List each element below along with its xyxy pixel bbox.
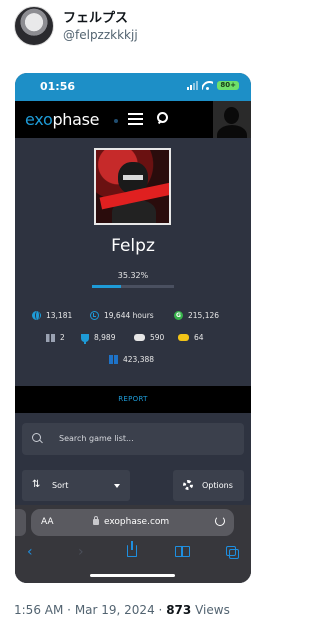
- exophase-logo[interactable]: exophase: [25, 110, 100, 129]
- forward-icon[interactable]: ›: [78, 545, 84, 559]
- stat-games-value: 13,181: [46, 311, 73, 320]
- author-avatar[interactable]: [14, 6, 54, 46]
- wifi-icon: [202, 81, 213, 90]
- meta-separator: ·: [67, 603, 71, 617]
- previous-tab-preview[interactable]: [15, 509, 26, 536]
- author-handle[interactable]: @felpzzkkkjj: [63, 27, 138, 43]
- profile-section: Felpz 35.32% 13,181 19,644 hours G 215,1…: [15, 138, 251, 386]
- bookmarks-icon[interactable]: [175, 546, 190, 557]
- tweet-date[interactable]: Mar 19, 2024: [75, 603, 155, 617]
- meta-separator: ·: [158, 603, 163, 617]
- safari-address-bar[interactable]: AA exophase.com: [31, 509, 234, 536]
- author-names: フェルプス @felpzzkkkjj: [63, 10, 138, 43]
- phone-status-bar: 01:56 80+: [15, 73, 251, 101]
- battery-icon: 80+: [217, 81, 239, 90]
- report-bar: REPORT: [15, 386, 251, 413]
- tabs-icon[interactable]: [226, 546, 239, 559]
- sort-label: Sort: [52, 481, 69, 490]
- gear-icon: [183, 480, 193, 490]
- share-icon[interactable]: [127, 541, 137, 557]
- tweet-time[interactable]: 1:56 AM: [14, 603, 63, 617]
- globe-icon: [32, 311, 41, 320]
- sort-dropdown[interactable]: ⇅ Sort: [22, 470, 130, 501]
- views-label: Views: [195, 603, 230, 617]
- game-list-search-input[interactable]: Search game list...: [22, 423, 244, 455]
- completion-progress-fill: [92, 285, 121, 288]
- tweet-header: フェルプス @felpzzkkkjj: [14, 6, 138, 46]
- author-display-name[interactable]: フェルプス: [63, 10, 138, 27]
- profile-picture: [94, 148, 171, 225]
- search-icon[interactable]: [156, 112, 168, 125]
- logo-suffix: phase: [52, 110, 100, 129]
- safari-toolbar: ‹ ›: [15, 541, 251, 565]
- safari-bottom-bar: AA exophase.com ‹ ›: [15, 505, 251, 583]
- site-navbar: exophase: [15, 101, 251, 138]
- caret-down-icon: [114, 484, 120, 488]
- stat-rank-value: 2: [60, 333, 65, 342]
- completion-percent: 35.32%: [117, 271, 149, 280]
- stat-xbox-value: 64: [194, 333, 204, 342]
- logo-prefix: exo: [25, 110, 53, 129]
- gamepad-icon: [178, 334, 189, 341]
- controller-icon: [134, 334, 145, 341]
- completion-progress-bar: [92, 285, 174, 288]
- stat-trophies: 8,989: [81, 333, 116, 344]
- stat-playstation: 590: [134, 333, 164, 342]
- trophy-icon: [81, 333, 89, 344]
- stat-trophies-value: 8,989: [94, 333, 116, 342]
- stat-xbox: 64: [178, 333, 204, 342]
- options-label: Options: [202, 481, 233, 490]
- stat-windows: 423,388: [109, 355, 154, 364]
- status-time: 01:56: [40, 80, 76, 93]
- menu-icon[interactable]: [128, 113, 143, 125]
- options-button[interactable]: Options: [173, 470, 244, 501]
- gamerscore-icon: G: [174, 311, 183, 320]
- stat-games: 13,181: [32, 311, 72, 320]
- stat-hours-value: 19,644 hours: [104, 311, 154, 320]
- stat-playstation-value: 590: [150, 333, 165, 342]
- windows-icon: [109, 355, 118, 364]
- stat-hours: 19,644 hours: [90, 311, 154, 320]
- stat-gamerscore-value: 215,126: [188, 311, 220, 320]
- stat-rank: 2: [46, 333, 65, 342]
- home-indicator: [90, 574, 175, 577]
- sort-icon: ⇅: [32, 479, 41, 490]
- stat-windows-value: 423,388: [123, 355, 155, 364]
- building-icon: [46, 333, 55, 342]
- status-icons: 80+: [187, 81, 239, 90]
- report-link[interactable]: REPORT: [15, 395, 251, 403]
- clock-icon: [90, 311, 99, 320]
- tweet-meta: 1:56 AM · Mar 19, 2024 · 873 Views: [14, 603, 230, 617]
- stat-gamerscore: G 215,126: [174, 311, 219, 320]
- user-avatar-icon[interactable]: [213, 101, 251, 138]
- signal-icon: [187, 81, 199, 90]
- lock-icon: [93, 516, 99, 525]
- reload-icon[interactable]: [215, 516, 225, 526]
- tweet-media-screenshot[interactable]: 01:56 80+ exophase Felpz 35.32% 13,181 1…: [15, 73, 251, 583]
- back-icon[interactable]: ‹: [27, 545, 33, 559]
- views-count: 873: [166, 603, 192, 617]
- search-icon: [32, 433, 43, 444]
- profile-username: Felpz: [111, 236, 155, 256]
- logo-dot-icon: [114, 119, 118, 123]
- url-text[interactable]: exophase.com: [104, 517, 169, 527]
- text-size-button[interactable]: AA: [41, 517, 54, 527]
- search-placeholder: Search game list...: [59, 434, 134, 443]
